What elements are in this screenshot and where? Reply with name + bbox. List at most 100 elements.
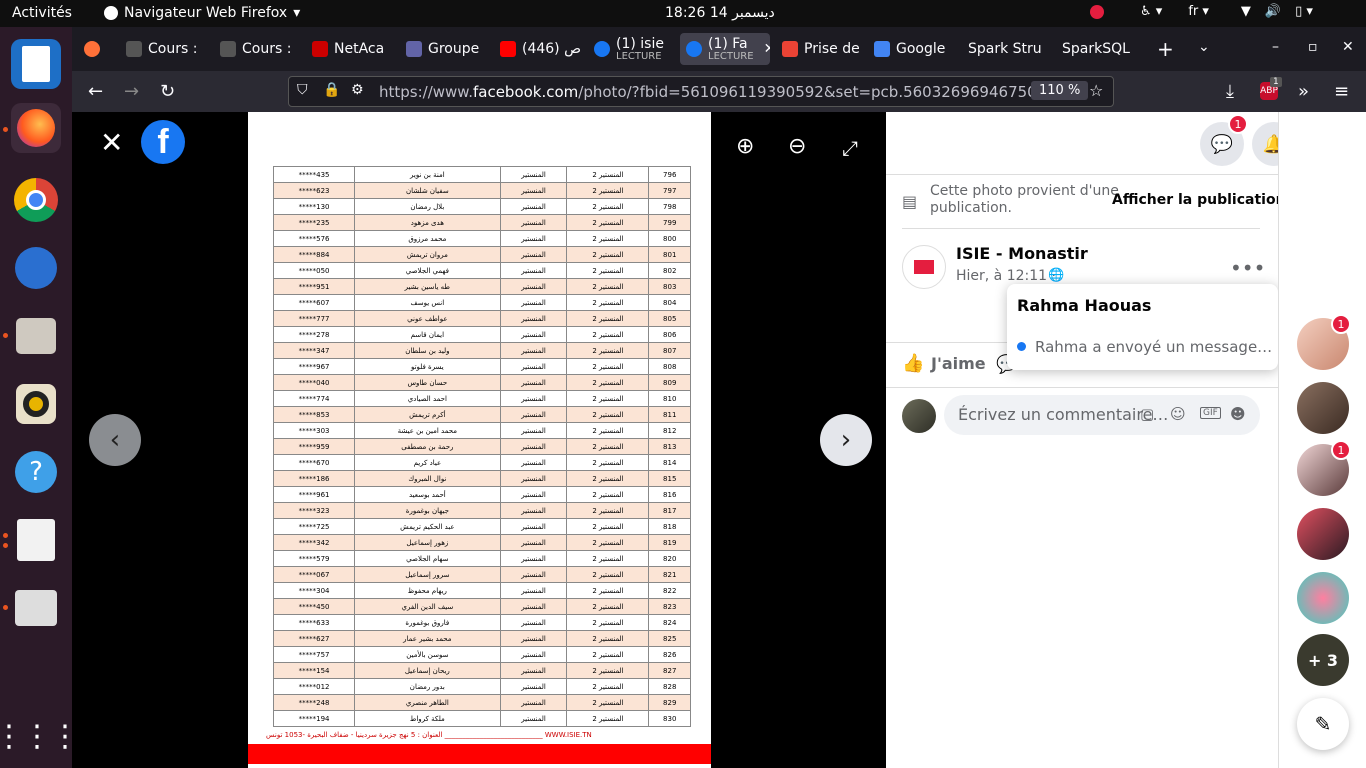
id-cell: *****248 [272,694,356,711]
new-tab-icon[interactable]: + [1157,37,1174,61]
post-time[interactable]: Hier, à 12:11 · [956,268,1056,284]
system-top-bar: Activités Navigateur Web Firefox ▾ ديسمب… [0,0,1366,27]
number-cell: 824 [648,614,691,631]
city-cell: المنستير [499,230,568,247]
tab-facebook-active[interactable]: (1) Fa LECTURE ✕ [680,33,770,65]
activities-button[interactable]: Activités [12,5,72,21]
number-cell: 806 [648,326,691,343]
firefox-icon[interactable] [11,103,61,153]
table-row: *****342 زهور إسماعيل المنستير المنستير 2 81… [272,534,691,551]
image-viewer-icon[interactable] [11,583,61,633]
adblock-badge: 1 [1270,77,1282,87]
tab-prise-de[interactable]: Prise de [776,33,866,65]
files-icon[interactable] [11,311,61,361]
fullscreen-icon[interactable]: ⤢ [842,136,858,160]
tab-cours-1[interactable]: Cours : [120,33,214,65]
voter-list-table: *****435 امنة بن نوير المنستير المنستير 2 79… [272,166,691,727]
id-cell: *****623 [272,182,356,199]
more-chats-button[interactable]: + 3 [1297,634,1349,686]
extensions-overflow-icon[interactable]: » [1298,81,1309,102]
close-window-icon[interactable]: ✕ [1342,39,1354,55]
maximize-icon[interactable]: ▫ [1308,39,1318,55]
tab-sparksql[interactable]: SparkSQL [1056,33,1140,65]
tab-isie[interactable]: (1) isie LECTURE [588,33,680,65]
globe-icon: 🌐 [1048,268,1065,283]
libreoffice-writer-icon[interactable] [11,39,61,89]
message-popup[interactable]: Rahma Haouas Rahma a envoyé un message… [1007,284,1278,370]
like-button[interactable]: J'aime [931,354,986,373]
thunderbird-icon[interactable] [11,243,61,293]
chat-head-2[interactable] [1297,382,1349,434]
zoom-in-icon[interactable]: ⊕ [736,134,754,159]
tab-google[interactable]: Google [868,33,958,65]
rhythmbox-icon[interactable] [11,379,61,429]
comment-input[interactable]: Écrivez un commentaire… ▢ ☺ GIF ☻ [944,395,1260,435]
downloads-icon[interactable]: ⤓ [1226,81,1234,102]
battery-icon[interactable]: ▯ ▾ [1295,4,1313,19]
back-icon[interactable]: ← [88,81,103,102]
id-cell: *****633 [272,614,356,631]
running-indicator [3,533,8,538]
previous-photo-button[interactable]: ‹ [89,414,141,466]
page-avatar[interactable] [902,245,946,289]
zoom-out-icon[interactable]: ⊖ [788,134,806,159]
forward-icon[interactable]: → [124,81,139,102]
name-cell: محمد مرزوق [354,230,501,247]
tab-groupe[interactable]: Groupe [400,33,492,65]
tab-list-icon[interactable]: ⌄ [1198,39,1210,55]
blocked-icon[interactable] [1090,4,1104,19]
tab-netacad[interactable]: NetAca [306,33,400,65]
tab-cours-2[interactable]: Cours : [214,33,306,65]
volume-icon[interactable]: 🔊 [1265,4,1281,19]
facebook-logo-icon[interactable]: f [141,120,185,164]
close-tab-icon[interactable]: ✕ [764,41,770,57]
circ-cell: المنستير 2 [566,262,650,279]
circ-cell: المنستير 2 [566,246,650,263]
wifi-icon[interactable]: ▼ [1241,4,1251,19]
app-menu[interactable]: Navigateur Web Firefox ▾ [104,5,300,21]
new-message-button[interactable]: ✎ [1297,698,1349,750]
document-viewer-icon[interactable] [11,515,61,565]
more-options-icon[interactable]: ••• [1230,256,1265,280]
next-photo-button[interactable]: › [820,414,872,466]
minimize-icon[interactable]: – [1272,39,1279,55]
firefox-view-button[interactable] [78,33,106,65]
url-bar[interactable]: ⛉ 🔒 ⚙ https://www.facebook.com/photo/?fb… [288,76,1114,107]
tab-spark-stru[interactable]: Spark Stru [962,33,1054,65]
language-indicator[interactable]: fr ▾ [1188,4,1209,19]
chat-head-4[interactable] [1297,508,1349,560]
id-cell: *****757 [272,646,356,663]
clock[interactable]: ديسمبر 14 18:26 [665,5,775,21]
commenter-avatar[interactable] [902,399,936,433]
menu-icon[interactable]: ≡ [1334,81,1349,102]
shield-icon[interactable]: ⛉ [297,82,308,98]
chrome-icon[interactable] [11,175,61,225]
id-cell: *****194 [272,710,356,727]
tab-youtube[interactable]: (446) ص [494,33,586,65]
bookmark-star-icon[interactable]: ☆ [1089,81,1103,100]
accessibility-icon[interactable]: ♿ ▾ [1140,4,1162,19]
chat-head-5[interactable] [1297,572,1349,624]
circ-cell: المنستير 2 [566,374,650,391]
reload-icon[interactable]: ↻ [160,81,175,102]
show-post-link[interactable]: Afficher la publication [1112,192,1286,208]
gif-icon[interactable]: GIF [1200,407,1221,419]
close-viewer-icon[interactable]: ✕ [100,126,123,159]
id-cell: *****450 [272,598,356,615]
like-icon[interactable]: 👍 [902,353,924,374]
circ-cell: المنستير 2 [566,694,650,711]
id-cell: *****050 [272,262,356,279]
zoom-level[interactable]: 110 % [1031,81,1089,100]
post-author[interactable]: ISIE - Monastir [956,244,1088,263]
emoji-icon[interactable]: ☺ [1170,405,1186,423]
avatar-sticker-icon[interactable]: ☻ [1230,405,1246,423]
url-text[interactable]: https://www.facebook.com/photo/?fbid=561… [379,83,1046,101]
permissions-icon[interactable]: ⚙ [351,82,364,98]
city-cell: المنستير [499,646,568,663]
sticker-icon[interactable]: ▢ [1140,405,1154,423]
table-row: *****757 سوسن بالأمين المنستير المنستير 2 82… [272,646,691,663]
show-apps-icon[interactable]: ⋮⋮⋮ [0,711,80,761]
name-cell: نوال المبروك [354,470,501,487]
lock-icon[interactable]: 🔒 [323,82,340,98]
help-icon[interactable]: ? [11,447,61,497]
